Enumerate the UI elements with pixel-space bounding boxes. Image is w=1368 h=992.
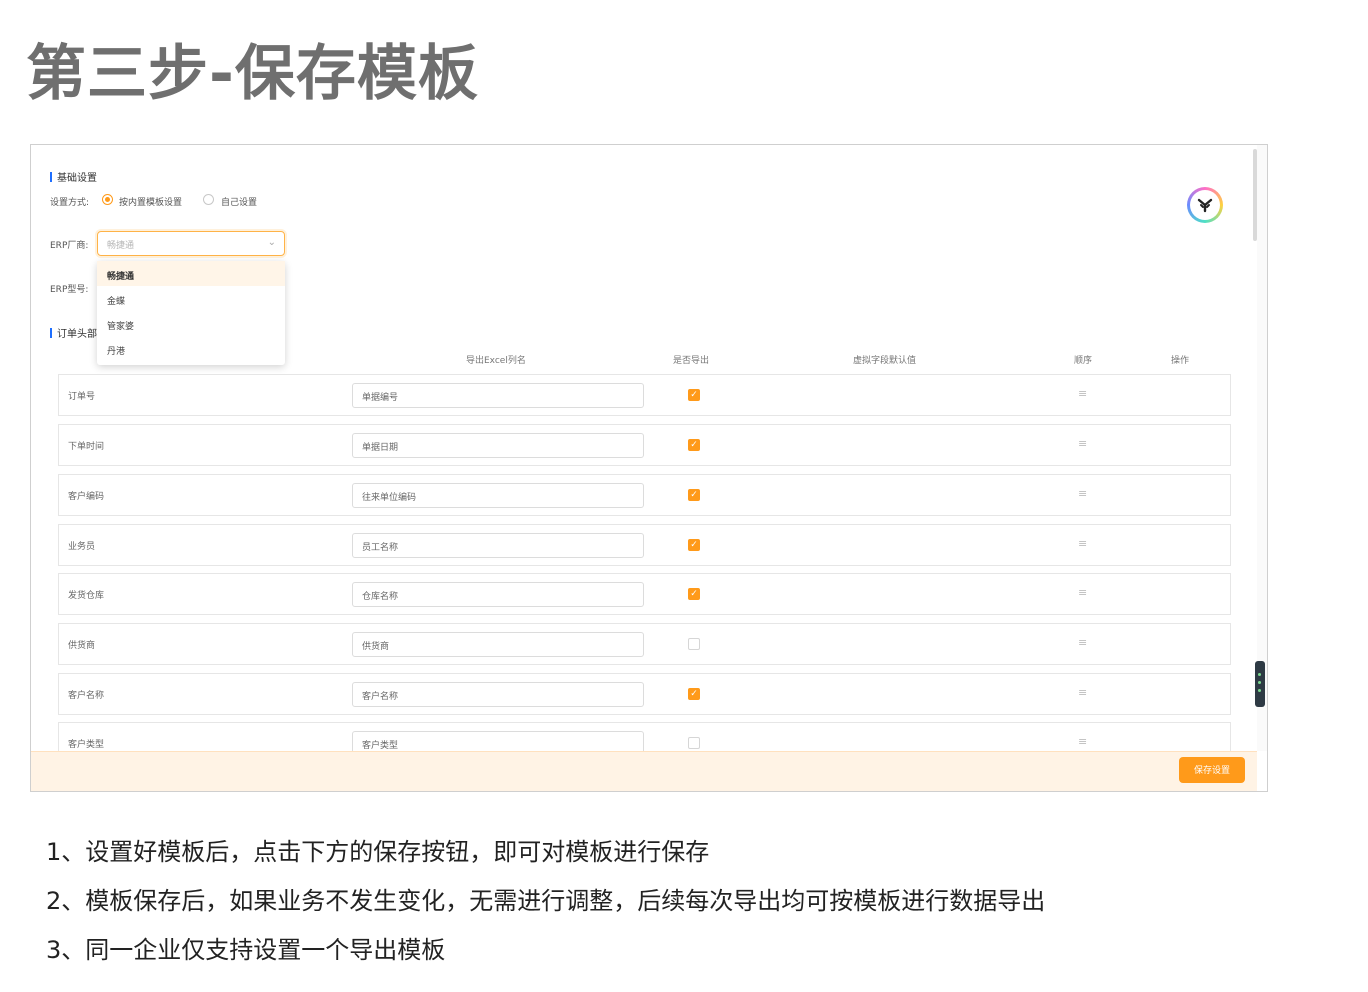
excel-column-input[interactable]: 供货商 — [352, 632, 644, 657]
col-header-export-name: 导出Excel列名 — [466, 356, 526, 366]
erp-vendor-select[interactable]: 畅捷通 ⌄ — [97, 231, 285, 256]
chevron-down-icon: ⌄ — [267, 237, 276, 248]
app-screenshot-frame: 基础设置 设置方式: 按内置模板设置 自己设置 ERP厂商: 畅捷通 ⌄ 畅捷通… — [30, 144, 1268, 792]
erp-vendor-placeholder: 畅捷通 — [107, 241, 135, 251]
drag-handle-icon[interactable]: ≡ — [1078, 736, 1087, 748]
export-checkbox[interactable]: ✓ — [688, 489, 700, 501]
erp-vendor-label: ERP厂商: — [50, 241, 89, 251]
field-name: 订单号 — [68, 392, 96, 402]
excel-column-input[interactable]: 员工名称 — [352, 533, 644, 558]
drag-handle-icon[interactable]: ≡ — [1078, 587, 1087, 599]
scrollbar-thumb[interactable] — [1253, 149, 1257, 241]
drag-handle-icon[interactable]: ≡ — [1078, 687, 1087, 699]
order-header-section: 订单头部 — [50, 325, 97, 340]
basic-settings-title: 基础设置 — [57, 173, 97, 184]
field-name: 业务员 — [68, 542, 96, 552]
export-checkbox[interactable] — [688, 638, 700, 650]
dropdown-option[interactable]: 管家婆 — [97, 311, 285, 336]
field-name: 客户类型 — [68, 740, 105, 750]
export-checkbox[interactable]: ✓ — [688, 588, 700, 600]
col-header-virtual-default: 虚拟字段默认值 — [853, 356, 917, 366]
table-row: 供货商 供货商 ≡ — [58, 623, 1231, 665]
drag-handle-icon[interactable]: ≡ — [1078, 637, 1087, 649]
order-header-title: 订单头部 — [57, 329, 97, 340]
drag-handle-icon[interactable]: ≡ — [1078, 438, 1087, 450]
erp-vendor-dropdown: 畅捷通 金蝶 管家婆 丹港 — [97, 261, 285, 365]
field-name: 下单时间 — [68, 442, 105, 452]
export-checkbox[interactable]: ✓ — [688, 688, 700, 700]
excel-column-input[interactable]: 往来单位编码 — [352, 483, 644, 508]
radio-builtin-template-label[interactable]: 按内置模板设置 — [119, 195, 182, 208]
excel-column-input[interactable]: 单据编号 — [352, 383, 644, 408]
table-row: 发货仓库 仓库名称 ✓ ≡ — [58, 573, 1231, 615]
footer-action-bar — [31, 751, 1257, 791]
radio-builtin-template[interactable] — [102, 194, 113, 205]
app-logo-icon — [1187, 187, 1223, 223]
save-settings-button[interactable]: 保存设置 — [1179, 757, 1245, 783]
field-name: 发货仓库 — [68, 591, 105, 601]
drag-handle-icon[interactable]: ≡ — [1078, 538, 1087, 550]
radio-custom-setting-label[interactable]: 自己设置 — [221, 195, 257, 208]
excel-column-input[interactable]: 客户名称 — [352, 682, 644, 707]
col-header-action: 操作 — [1171, 356, 1190, 366]
dropdown-option[interactable]: 金蝶 — [97, 286, 285, 311]
dropdown-option[interactable]: 畅捷通 — [97, 261, 285, 286]
section-accent-bar — [50, 327, 52, 338]
page-title: 第三步-保存模板 — [26, 39, 479, 109]
erp-model-label: ERP型号: — [50, 285, 89, 295]
excel-column-input[interactable]: 单据日期 — [352, 433, 644, 458]
side-tab-handle[interactable] — [1255, 661, 1265, 707]
dropdown-option[interactable]: 丹港 — [97, 336, 285, 361]
table-row: 业务员 员工名称 ✓ ≡ — [58, 524, 1231, 566]
export-checkbox[interactable] — [688, 737, 700, 749]
table-row: 客户编码 往来单位编码 ✓ ≡ — [58, 474, 1231, 516]
field-name: 客户名称 — [68, 691, 105, 701]
radio-custom-setting[interactable] — [203, 194, 214, 205]
section-accent-bar — [50, 171, 52, 182]
drag-handle-icon[interactable]: ≡ — [1078, 488, 1087, 500]
col-header-is-export: 是否导出 — [673, 356, 710, 366]
drag-handle-icon[interactable]: ≡ — [1078, 388, 1087, 400]
field-name: 供货商 — [68, 641, 96, 651]
table-row: 客户名称 客户名称 ✓ ≡ — [58, 673, 1231, 715]
export-checkbox[interactable]: ✓ — [688, 539, 700, 551]
table-row: 下单时间 单据日期 ✓ ≡ — [58, 424, 1231, 466]
note-line: 1、设置好模板后，点击下方的保存按钮，即可对模板进行保存 — [46, 838, 710, 866]
note-line: 2、模板保存后，如果业务不发生变化，无需进行调整，后续每次导出均可按模板进行数据… — [46, 887, 1046, 915]
field-name: 客户编码 — [68, 492, 105, 502]
excel-column-input[interactable]: 仓库名称 — [352, 582, 644, 607]
export-checkbox[interactable]: ✓ — [688, 439, 700, 451]
basic-settings-section: 基础设置 — [50, 169, 97, 184]
instruction-notes: 1、设置好模板后，点击下方的保存按钮，即可对模板进行保存 2、模板保存后，如果业… — [46, 828, 1045, 975]
note-line: 3、同一企业仅支持设置一个导出模板 — [46, 936, 446, 964]
setting-mode-label: 设置方式: — [50, 198, 90, 208]
export-checkbox[interactable]: ✓ — [688, 389, 700, 401]
col-header-order: 顺序 — [1074, 356, 1093, 366]
table-row: 订单号 单据编号 ✓ ≡ — [58, 374, 1231, 416]
